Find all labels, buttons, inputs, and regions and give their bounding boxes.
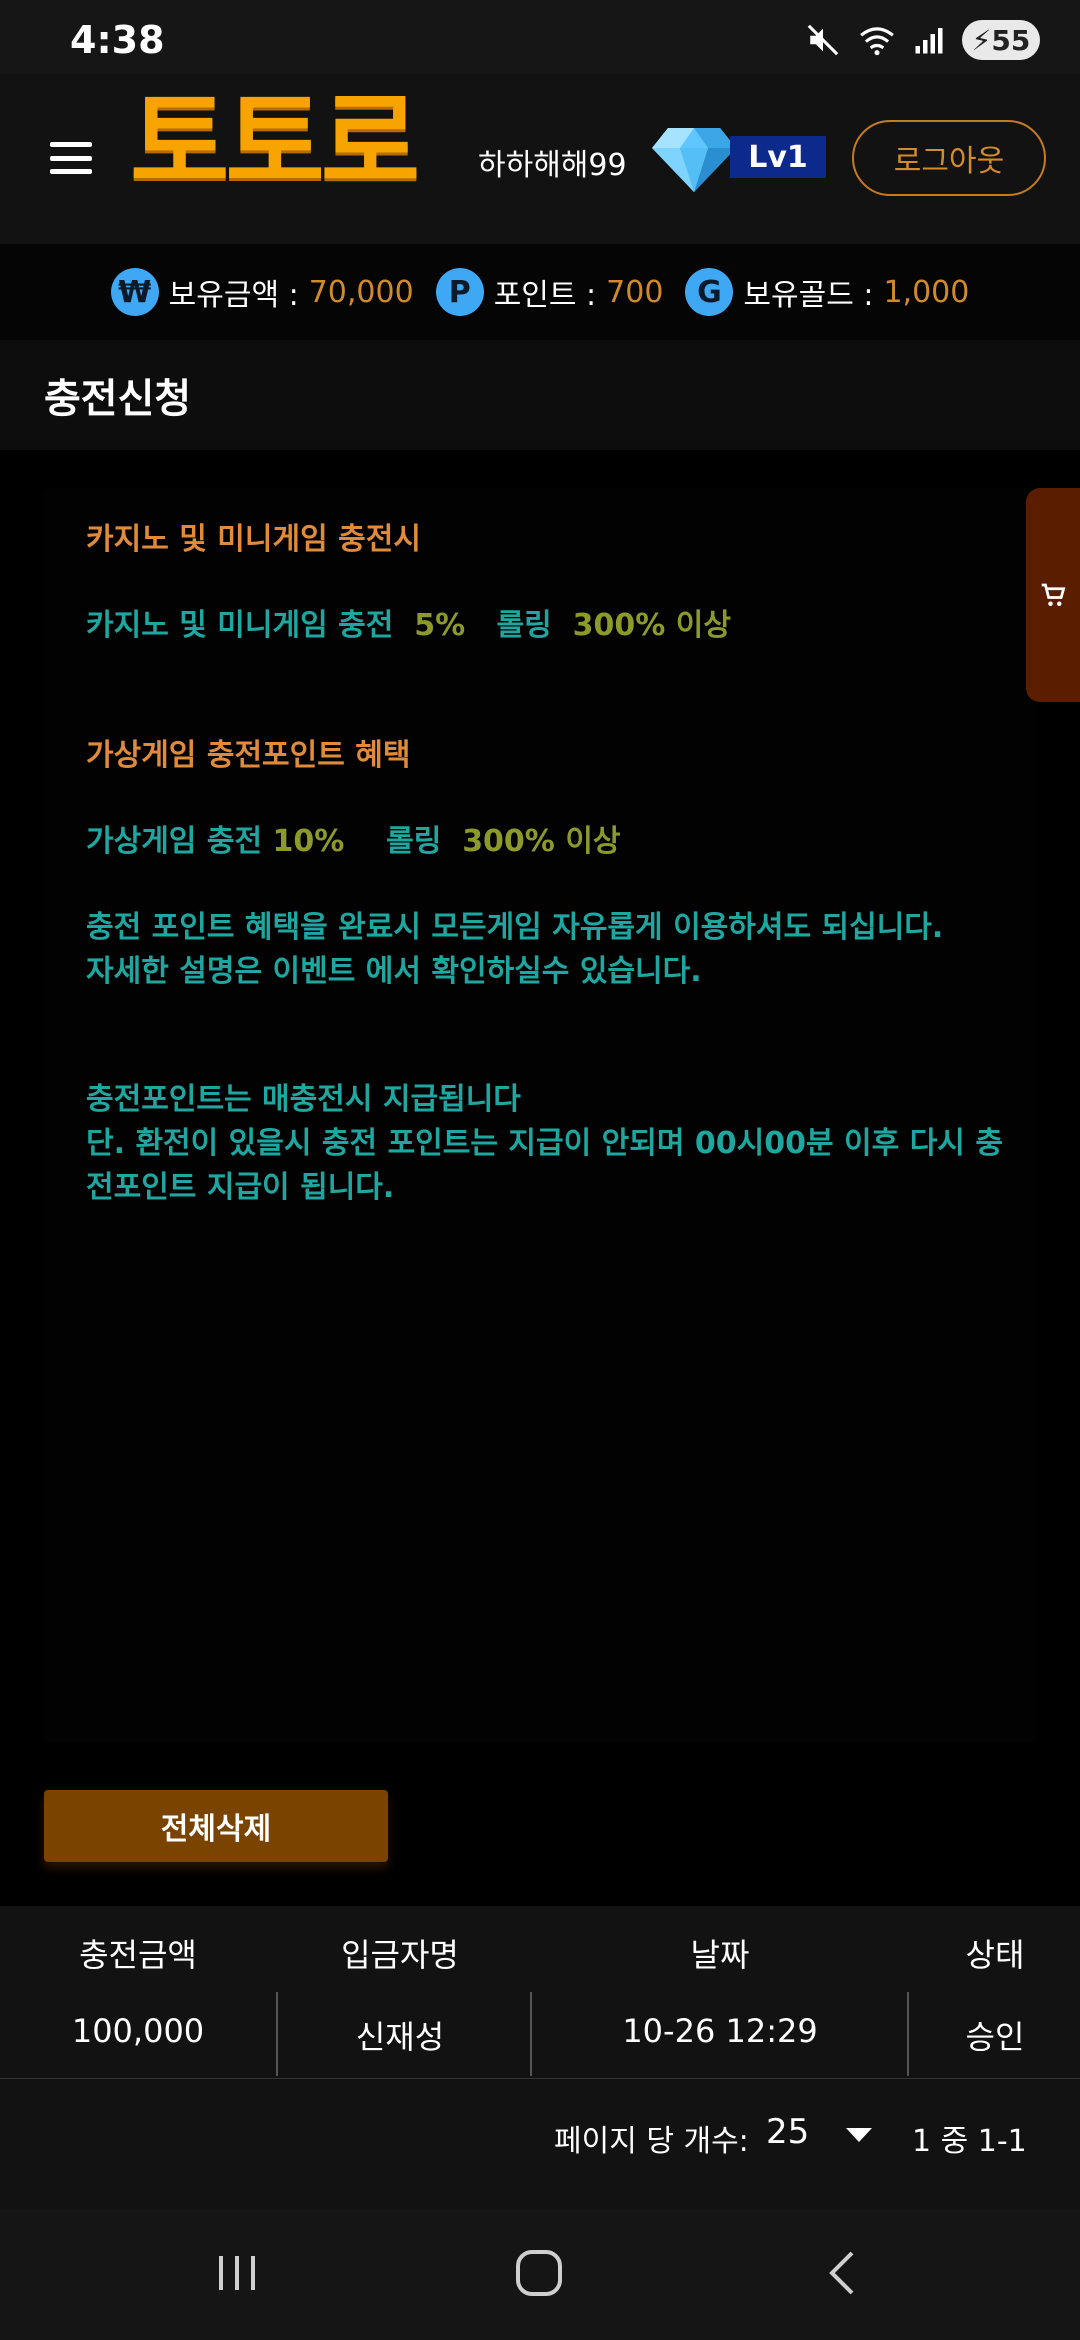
column-divider <box>276 1992 278 2076</box>
gold-icon: G <box>685 268 734 316</box>
status-time: 4:38 <box>70 18 165 62</box>
diamond-icon <box>652 128 736 192</box>
battery-indicator: ⚡ 55 <box>962 20 1040 60</box>
column-header-amount[interactable]: 충전금액 <box>40 1930 236 1976</box>
notice-panel: 카지노 및 미니게임 충전시 카지노 및 미니게임 충전 5% 롤링 300% … <box>44 488 1036 1742</box>
column-divider <box>907 1992 909 2076</box>
points-value: 700 <box>606 274 664 310</box>
charging-icon: ⚡ <box>971 23 992 57</box>
points-label: 포인트 : <box>493 278 597 313</box>
delete-all-button[interactable]: 전체삭제 <box>44 1790 388 1862</box>
notice-text: 충전포인트는 매충전시 지급됩니다 <box>86 1082 521 1117</box>
cell-depositor: 신재성 <box>355 2018 445 2056</box>
gold-label: 보유골드 : <box>743 278 874 313</box>
cell-status: 승인 <box>965 2018 1025 2056</box>
signal-icon <box>915 28 943 54</box>
virtual-line: 가상게임 충전 10% 롤링 300% 이상 <box>86 816 621 860</box>
won-icon: ₩ <box>110 268 159 316</box>
cart-icon <box>1041 583 1066 606</box>
casino-prefix: 카지노 및 미니게임 충전 <box>86 608 394 643</box>
virtual-title: 가상게임 충전포인트 혜택 <box>86 738 411 773</box>
notice-text: 충전 포인트 혜택을 완료시 모든게임 자유롭게 이용하셔도 되십니다. <box>86 910 944 945</box>
virtual-bonus: 10% <box>272 824 345 859</box>
per-page-select[interactable]: 25 <box>766 2112 809 2152</box>
history-table: 충전금액 입금자명 날짜 상태 100,000 신재성 10-26 12:29 … <box>0 1906 1080 2210</box>
recent-apps-icon[interactable] <box>214 2250 260 2296</box>
home-icon[interactable] <box>514 2248 564 2298</box>
balance-label: 보유금액 : <box>168 278 299 313</box>
cell-date: 10-26 12:29 <box>622 2012 818 2050</box>
cart-tab[interactable] <box>1026 488 1080 702</box>
level-badge: Lv1 <box>730 136 826 178</box>
page-title: 충전신청 <box>44 376 192 422</box>
notice-text: 자세한 설명은 이벤트 에서 확인하실수 있습니다. <box>86 954 702 989</box>
notice-text: 전포인트 지급이 됩니다. <box>86 1170 395 1205</box>
virtual-rolling: 300% 이상 <box>462 824 621 859</box>
balance-points: P 포인트 : 700 <box>435 268 664 316</box>
column-header-depositor[interactable]: 입금자명 <box>290 1930 510 1976</box>
balance-gold: G 보유골드 : 1,000 <box>685 268 969 316</box>
balance-row: ₩ 보유금액 : 70,000 P 포인트 : 700 G 보유골드 : 1,0… <box>0 244 1080 340</box>
casino-bonus: 5% <box>414 608 466 643</box>
pagination-range: 1 중 1-1 <box>912 2124 1027 2159</box>
column-divider <box>530 1992 532 2076</box>
column-header-status[interactable]: 상태 <box>930 1930 1060 1976</box>
section-header: 충전신청 <box>0 340 1080 450</box>
per-page-label: 페이지 당 개수: <box>554 2124 749 2159</box>
status-bar: 4:38 ⚡ 55 <box>0 0 1080 74</box>
mute-icon <box>807 24 839 56</box>
system-nav-bar <box>0 2210 1080 2340</box>
menu-icon[interactable] <box>50 142 92 174</box>
brand-logo[interactable]: 토토로 <box>130 90 420 198</box>
notice-text: 단. 환전이 있을시 충전 포인트는 지급이 안되며 00시00분 이후 다시 … <box>86 1126 1003 1161</box>
gold-value: 1,000 <box>883 274 970 310</box>
back-icon[interactable] <box>822 2248 862 2298</box>
casino-title: 카지노 및 미니게임 충전시 <box>86 522 421 557</box>
app-header: 토토로 하하해해99 Lv1 로그아웃 <box>0 74 1080 244</box>
virtual-rolling-label: 롤링 <box>386 824 442 859</box>
wifi-icon <box>860 27 894 56</box>
virtual-prefix: 가상게임 충전 <box>86 824 263 859</box>
battery-level: 55 <box>991 23 1031 57</box>
balance-value: 70,000 <box>308 274 414 310</box>
chevron-down-icon[interactable] <box>846 2128 872 2142</box>
column-header-date[interactable]: 날짜 <box>580 1930 860 1976</box>
casino-rolling-label: 롤링 <box>496 608 552 643</box>
cell-amount: 100,000 <box>71 2012 205 2050</box>
casino-line: 카지노 및 미니게임 충전 5% 롤링 300% 이상 <box>86 600 731 644</box>
points-icon: P <box>435 268 484 316</box>
balance-money: ₩ 보유금액 : 70,000 <box>110 268 414 316</box>
username: 하하해해99 <box>478 148 627 183</box>
logout-button[interactable]: 로그아웃 <box>852 120 1046 196</box>
status-icons: ⚡ 55 <box>806 20 1040 60</box>
casino-rolling: 300% 이상 <box>572 608 731 643</box>
row-divider <box>0 2078 1080 2079</box>
